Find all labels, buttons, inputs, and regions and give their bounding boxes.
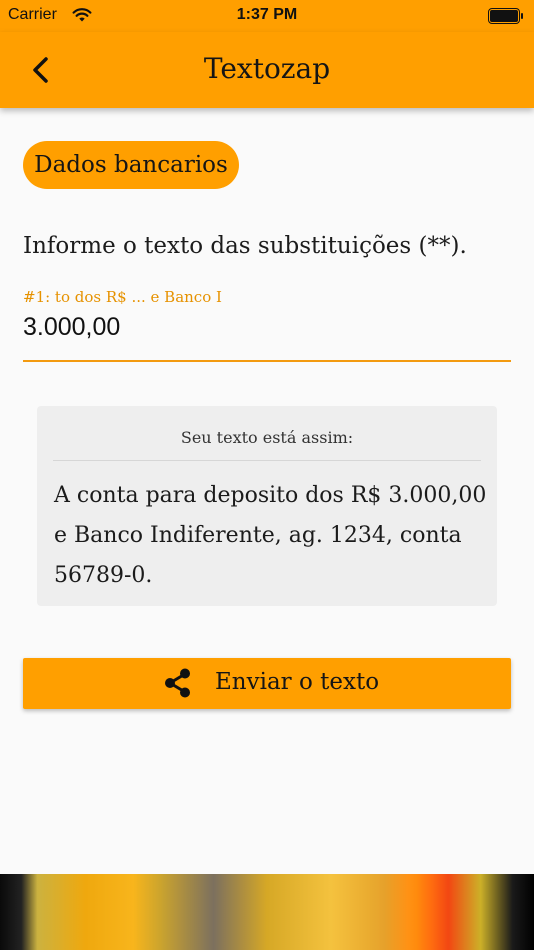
- status-bar: Carrier 1:37 PM: [0, 0, 534, 32]
- send-text-button[interactable]: Enviar o texto: [23, 658, 511, 709]
- page-title: Textozap: [203, 52, 331, 85]
- share-icon: [165, 668, 190, 698]
- blurred-ad-banner: [0, 874, 534, 950]
- clock: 1:37 PM: [236, 6, 298, 23]
- preview-text: A conta para deposito dos R$ 3.000,00 e …: [54, 483, 487, 588]
- substitution-field-label: #1: to dos R$ ... e Banco I: [23, 288, 222, 306]
- substitution-input[interactable]: [23, 308, 511, 362]
- send-button-label: Enviar o texto: [215, 669, 380, 695]
- preview-title: Seu texto está assim:: [180, 428, 354, 447]
- app-bar: Textozap: [0, 32, 534, 108]
- instruction-text: Informe o texto das substituições (**).: [23, 233, 467, 259]
- category-chip[interactable]: Dados bancarios: [23, 141, 239, 189]
- battery-icon: [488, 8, 523, 24]
- preview-card: Seu texto está assim: A conta para depos…: [37, 406, 497, 606]
- preview-divider: [53, 460, 481, 461]
